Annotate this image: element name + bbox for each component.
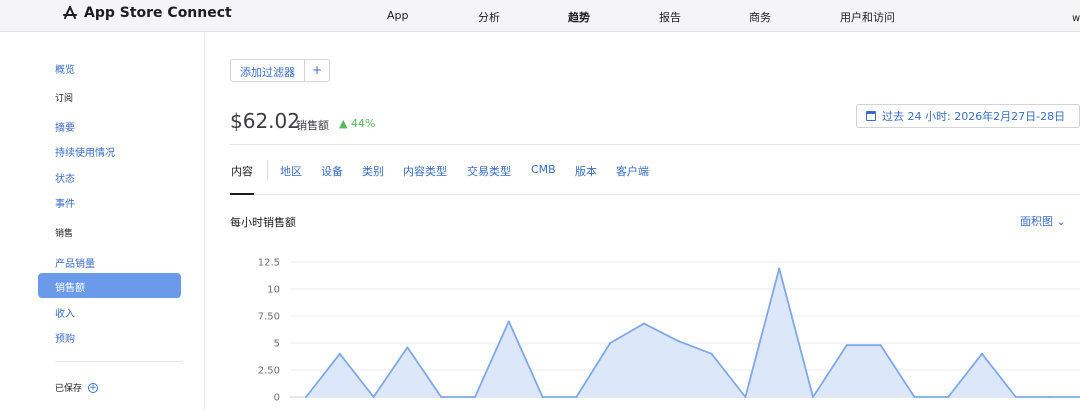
sidebar-divider [55,361,183,362]
data-point[interactable] [1014,396,1017,398]
y-tick-label: 2.50 [258,366,280,377]
sidebar-item-sales[interactable]: 销售额 [38,273,181,298]
sidebar-item-summary[interactable]: 摘要 [55,119,75,134]
add-filter-button-group: 添加过滤器 + [230,59,330,82]
chart-type-label: 面积图 [1020,215,1053,228]
tab-version[interactable]: 版本 [575,163,597,179]
sidebar-item-label: 销售额 [55,283,85,294]
tab-bar-line [230,194,1080,195]
sidebar-heading-sales: 销售 [55,229,74,239]
tab-transaction-type[interactable]: 交易类型 [467,163,511,179]
data-point[interactable] [812,396,814,398]
data-point[interactable] [609,342,612,344]
data-point[interactable] [305,396,307,398]
add-filter-button[interactable]: 添加过滤器 [231,60,305,81]
tab-client[interactable]: 客户端 [616,163,649,179]
y-tick-label: 0 [274,393,280,404]
data-point[interactable] [879,344,882,347]
y-tick-label: 12.5 [258,258,280,269]
data-point[interactable] [643,322,645,325]
nav-item-business[interactable]: 商务 [749,9,771,25]
tab-territory[interactable]: 地区 [280,163,302,179]
date-range-picker[interactable]: 过去 24 小时: 2026年2月27日-28日 [856,104,1080,128]
data-point[interactable] [744,396,747,398]
tab-content[interactable]: 内容 [231,163,253,179]
data-point[interactable] [710,352,713,355]
app-title: App Store Connect [84,5,232,21]
data-point[interactable] [676,339,679,342]
tab-device[interactable]: 设备 [321,163,343,179]
tab-content-type[interactable]: 内容类型 [403,163,447,179]
nav-item-analytics[interactable]: 分析 [478,9,500,25]
plus-icon[interactable]: + [305,60,329,81]
y-tick-label: 5 [274,339,280,350]
nav-item-trends[interactable]: 趋势 [568,9,590,25]
chevron-down-icon: ⌄ [1056,215,1066,228]
data-point[interactable] [778,267,781,270]
chart-type-dropdown[interactable]: 面积图 ⌄ [1020,213,1066,229]
saved-label: 已保存 [55,384,83,394]
sidebar-item-preorders[interactable]: 预购 [55,330,75,345]
sidebar-item-status[interactable]: 状态 [55,170,75,185]
nav-item-app[interactable]: App [387,9,409,22]
data-point[interactable] [440,396,443,398]
sales-total-label: 销售额 [296,119,329,132]
data-point[interactable] [981,352,983,355]
saved-section[interactable]: 已保存 + [55,381,99,394]
tab-cmb[interactable]: CMB [531,163,556,176]
data-point[interactable] [541,396,544,398]
data-point[interactable] [507,320,510,323]
data-point[interactable] [474,396,476,398]
y-tick-label: 10 [267,285,280,296]
sidebar: 概览 订阅 摘要 持续使用情况 状态 事件 销售 产品销量 销售额 收入 预购 … [0,33,205,411]
data-point[interactable] [845,344,848,347]
user-menu[interactable]: w [1072,13,1080,24]
app-store-connect-logo[interactable]: App Store Connect [62,5,232,21]
date-range-label: 过去 24 小时: 2026年2月27日-28日 [882,110,1066,123]
sidebar-heading-subscriptions: 订阅 [55,94,74,104]
tab-category[interactable]: 类别 [362,163,384,179]
data-point[interactable] [913,396,916,398]
top-navigation-bar: App Store Connect App 分析 趋势 报告 商务 用户和访问 … [0,0,1080,32]
divider [230,144,1080,145]
data-point[interactable] [338,352,341,355]
active-tab-indicator [230,193,254,195]
y-tick-label: 7.50 [258,312,280,323]
chart-title: 每小时销售额 [230,216,296,229]
sidebar-item-overview[interactable]: 概览 [55,61,75,76]
data-point[interactable] [372,396,375,398]
tab-separator [267,160,268,180]
data-point[interactable] [947,396,950,398]
sidebar-item-units[interactable]: 产品销量 [55,255,95,270]
sidebar-item-events[interactable]: 事件 [55,195,75,210]
hourly-sales-area-chart: 12.5 10 7.50 5 2.50 0 [258,258,1080,404]
sales-change-badge: ▲ 44% [339,117,376,130]
data-point[interactable] [406,346,409,349]
app-store-icon [63,6,77,19]
sales-total-value: $62.02 [230,109,300,133]
data-point[interactable] [1048,396,1051,398]
sidebar-item-retention[interactable]: 持续使用情况 [55,144,115,159]
add-saved-icon[interactable]: + [88,382,99,393]
nav-item-reports[interactable]: 报告 [659,9,681,25]
data-point[interactable] [575,396,578,398]
nav-item-users-access[interactable]: 用户和访问 [840,9,895,25]
calendar-icon [866,111,876,121]
sidebar-item-proceeds[interactable]: 收入 [55,305,75,320]
